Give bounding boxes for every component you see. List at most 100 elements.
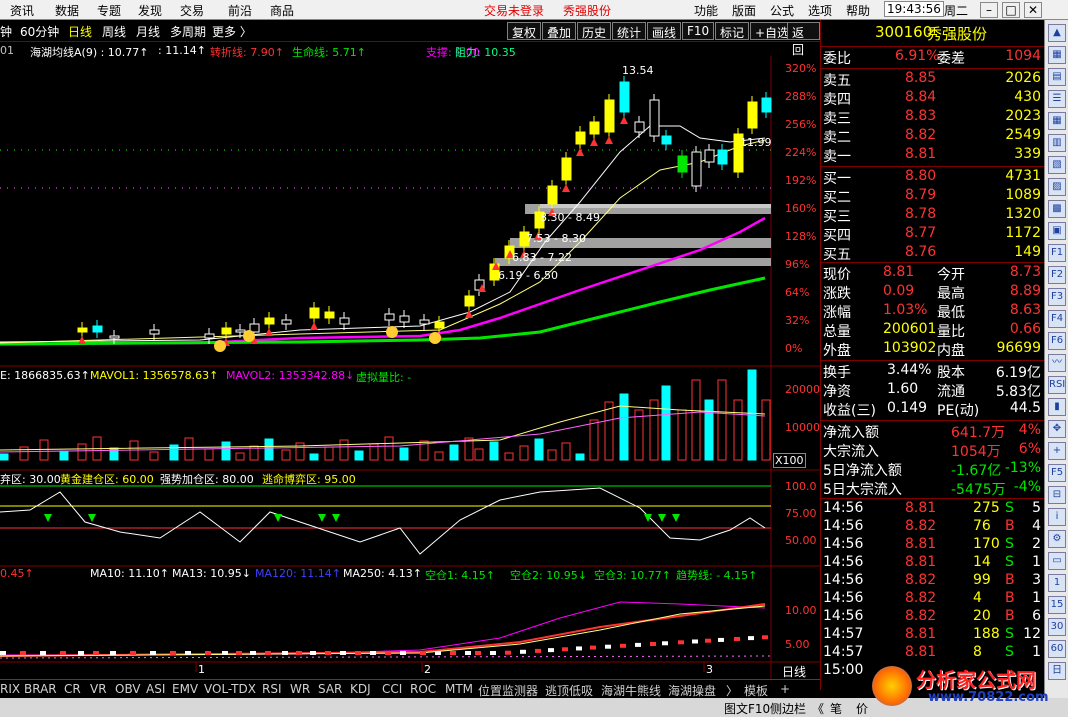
menu-item-help[interactable]: 帮助 <box>846 2 870 19</box>
compare-icon[interactable]: ▩ <box>1048 200 1066 218</box>
menu-item-formula[interactable]: 公式 <box>770 2 794 19</box>
tab-scroll-right[interactable]: 〉 <box>726 682 738 699</box>
menu-item-frontier[interactable]: 前沿 <box>228 2 252 19</box>
tool-icon[interactable]: ⚙ <box>1048 530 1066 548</box>
table-icon[interactable]: ▧ <box>1048 156 1066 174</box>
window-icon[interactable]: ▣ <box>1048 222 1066 240</box>
quote-cell: 涨跌 <box>823 286 851 302</box>
num-30-icon[interactable]: 30 <box>1048 618 1066 636</box>
menu-item-discover[interactable]: 发现 <box>138 2 162 19</box>
tab-indicator[interactable]: ROC <box>410 682 436 696</box>
volume-icon[interactable]: ▮ <box>1048 398 1066 416</box>
mark-button[interactable]: 标记 <box>715 22 750 40</box>
ma-mark <box>650 642 656 646</box>
f5-icon[interactable]: F5 <box>1048 464 1066 482</box>
f4-icon[interactable]: F4 <box>1048 310 1066 328</box>
ma-mark <box>310 651 316 655</box>
menu-item-options[interactable]: 选项 <box>808 2 832 19</box>
period-minute[interactable]: 钟 <box>0 23 12 40</box>
candle-body <box>399 315 410 323</box>
tab-template[interactable]: 模板 <box>744 682 768 699</box>
tab-indicator[interactable]: CCI <box>382 682 402 696</box>
history-button[interactable]: 历史 <box>577 22 612 40</box>
bid-label: 买五 <box>823 247 851 263</box>
volume-bar <box>204 448 214 461</box>
tab-indicator[interactable]: RSI <box>262 682 282 696</box>
line-chart-icon[interactable]: 〰 <box>1048 354 1066 372</box>
num-60-icon[interactable]: 60 <box>1048 640 1066 658</box>
f2-icon[interactable]: F2 <box>1048 266 1066 284</box>
tab-indicator[interactable]: OBV <box>115 682 141 696</box>
tab-indicator[interactable]: 位置监测器 <box>478 682 538 699</box>
tab-indicator[interactable]: ASI <box>146 682 165 696</box>
tab-indicator[interactable]: MTM <box>445 682 473 696</box>
info-icon[interactable]: i <box>1048 508 1066 526</box>
tab-indicator[interactable]: RIX <box>0 682 20 696</box>
quote-icon[interactable]: ▦ <box>1048 46 1066 64</box>
tab-indicator[interactable]: 海湖牛熊线 <box>601 682 661 699</box>
ma-mark <box>465 651 471 655</box>
move-icon[interactable]: ✥ <box>1048 420 1066 438</box>
lock-icon[interactable]: ⊟ <box>1048 486 1066 504</box>
tab-indicator[interactable]: CR <box>64 682 81 696</box>
menu-item-data[interactable]: 数据 <box>55 2 79 19</box>
collapse-icon[interactable]: 《 <box>812 700 824 717</box>
zoom-in-icon[interactable]: + <box>1048 442 1066 460</box>
menu-item-trade[interactable]: 交易 <box>180 2 204 19</box>
candle-body <box>561 157 572 181</box>
chart-icon[interactable]: ▤ <box>1048 68 1066 86</box>
zone-label: 6.83 - 7.22 <box>512 251 572 264</box>
tab-indicator[interactable]: WR <box>290 682 310 696</box>
maximize-icon[interactable]: □ <box>1002 2 1020 18</box>
menu-item-topics[interactable]: 专题 <box>97 2 121 19</box>
kline-chart-area[interactable] <box>0 42 820 679</box>
f3-icon[interactable]: F3 <box>1048 288 1066 306</box>
ma-mark <box>576 646 582 651</box>
sidebar-toggle[interactable]: 侧边栏 <box>770 700 806 717</box>
num-1-icon[interactable]: 1 <box>1048 574 1066 592</box>
tab-indicator[interactable]: SAR <box>318 682 342 696</box>
period-more[interactable]: 更多 〉 <box>212 23 252 40</box>
period-week[interactable]: 周线 <box>102 23 126 40</box>
data-icon[interactable]: ▨ <box>1048 178 1066 196</box>
overlay-button[interactable]: 叠加 <box>542 22 577 40</box>
f6-icon[interactable]: F6 <box>1048 332 1066 350</box>
period-day[interactable]: 日线 <box>68 23 92 40</box>
tab-indicator[interactable]: 逃顶低吸 <box>545 682 593 699</box>
menu-item-news[interactable]: 资讯 <box>10 2 34 19</box>
minimize-icon[interactable]: – <box>980 2 998 18</box>
tab-add[interactable]: + <box>780 682 790 696</box>
f1-icon[interactable]: F1 <box>1048 244 1066 262</box>
tab-indicator[interactable]: EMV <box>172 682 198 696</box>
tab-indicator[interactable]: VR <box>90 682 107 696</box>
candle-body <box>464 295 475 307</box>
tab-indicator[interactable]: VOL-TDX <box>204 682 256 696</box>
draw-line-button[interactable]: 画线 <box>647 22 682 40</box>
back-button[interactable]: 返回 <box>787 22 820 57</box>
camera-icon[interactable]: ▭ <box>1048 552 1066 570</box>
volume-bar <box>384 436 394 461</box>
bar-icon[interactable]: ▥ <box>1048 134 1066 152</box>
menu-item-function[interactable]: 功能 <box>694 2 718 19</box>
tab-indicator[interactable]: KDJ <box>350 682 371 696</box>
menu-item-layout[interactable]: 版面 <box>732 2 756 19</box>
f10-link[interactable]: 图文F10 <box>724 700 770 717</box>
period-month[interactable]: 月线 <box>136 23 160 40</box>
tab-indicator[interactable]: 海湖操盘 <box>668 682 716 699</box>
period-60min[interactable]: 60分钟 <box>20 23 59 40</box>
num-15-icon[interactable]: 15 <box>1048 596 1066 614</box>
period-multi[interactable]: 多周期 <box>170 23 206 40</box>
login-status[interactable]: 交易未登录 <box>484 2 544 19</box>
statistics-button[interactable]: 统计 <box>612 22 647 40</box>
list-icon[interactable]: ☰ <box>1048 90 1066 108</box>
grid-icon[interactable]: ▦ <box>1048 112 1066 130</box>
tab-indicator[interactable]: BRAR <box>24 682 57 696</box>
scroll-up-icon[interactable]: ▲ <box>1048 24 1066 42</box>
bid-row: 买二 8.79 1089 <box>823 187 1043 206</box>
rsi-icon[interactable]: RSI <box>1048 376 1066 394</box>
close-icon[interactable]: ✕ <box>1024 2 1042 18</box>
bid-row: 买三 8.78 1320 <box>823 206 1043 225</box>
restore-rights-button[interactable]: 复权 <box>507 22 542 40</box>
menu-item-commodity[interactable]: 商品 <box>270 2 294 19</box>
f10-button[interactable]: F10 <box>682 22 715 40</box>
